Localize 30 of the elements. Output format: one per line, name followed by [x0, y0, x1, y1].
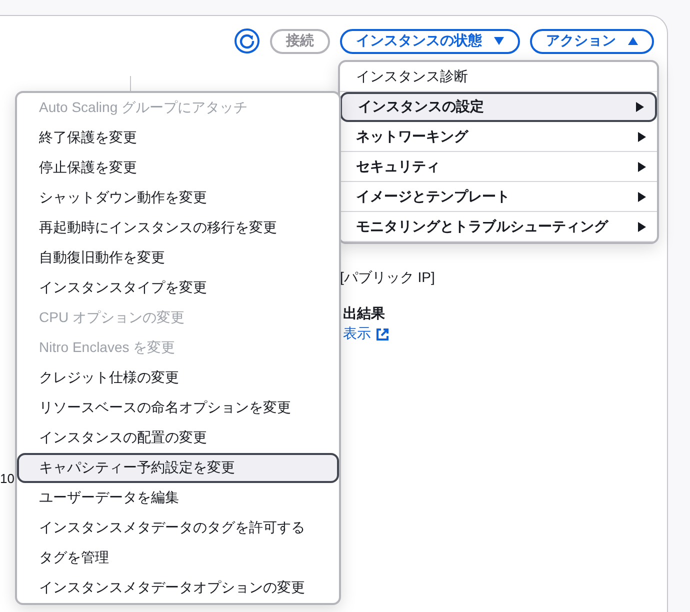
menu-item[interactable]: インスタンスの設定 [340, 92, 657, 122]
submenu-item[interactable]: インスタンスタイプを変更 [17, 273, 339, 303]
caret-icon [628, 36, 638, 46]
submenu-item[interactable]: 再起動時にインスタンスの移行を変更 [17, 213, 339, 243]
submenu-item[interactable]: ユーザーデータを編集 [17, 483, 339, 513]
actions-button[interactable]: アクション [530, 28, 654, 54]
instance-state-button[interactable]: インスタンスの状態 [340, 28, 520, 54]
view-link[interactable]: 表示 [343, 325, 389, 343]
row-value: 10 [0, 471, 14, 486]
submenu-item[interactable]: タグを管理 [17, 543, 339, 573]
submenu-item[interactable]: キャパシティー予約設定を変更 [17, 453, 339, 483]
refresh-icon[interactable] [234, 28, 260, 54]
section-heading: 出結果 [343, 305, 386, 323]
submenu-item[interactable]: インスタンスの配置の変更 [17, 423, 339, 453]
submenu-arrow-icon [637, 162, 647, 172]
submenu-item[interactable]: クレジット仕様の変更 [17, 363, 339, 393]
submenu-item[interactable]: 停止保護を変更 [17, 153, 339, 183]
submenu-item[interactable]: インスタンスメタデータオプションの変更 [17, 573, 339, 603]
submenu-item[interactable]: インスタンスメタデータのタグを許可する [17, 513, 339, 543]
caret-icon [494, 36, 504, 46]
submenu-arrow-icon [637, 132, 647, 142]
submenu-arrow-icon [637, 192, 647, 202]
submenu-arrow-icon [635, 102, 645, 112]
submenu-item[interactable]: 自動復旧動作を変更 [17, 243, 339, 273]
submenu-arrow-icon [637, 222, 647, 232]
submenu-item[interactable]: シャットダウン動作を変更 [17, 183, 339, 213]
submenu-item[interactable]: 終了保護を変更 [17, 123, 339, 153]
public-ip-label: [パブリック IP] [340, 269, 436, 287]
external-link-icon [376, 328, 389, 340]
submenu-item[interactable]: リソースベースの命名オプションを変更 [17, 393, 339, 423]
